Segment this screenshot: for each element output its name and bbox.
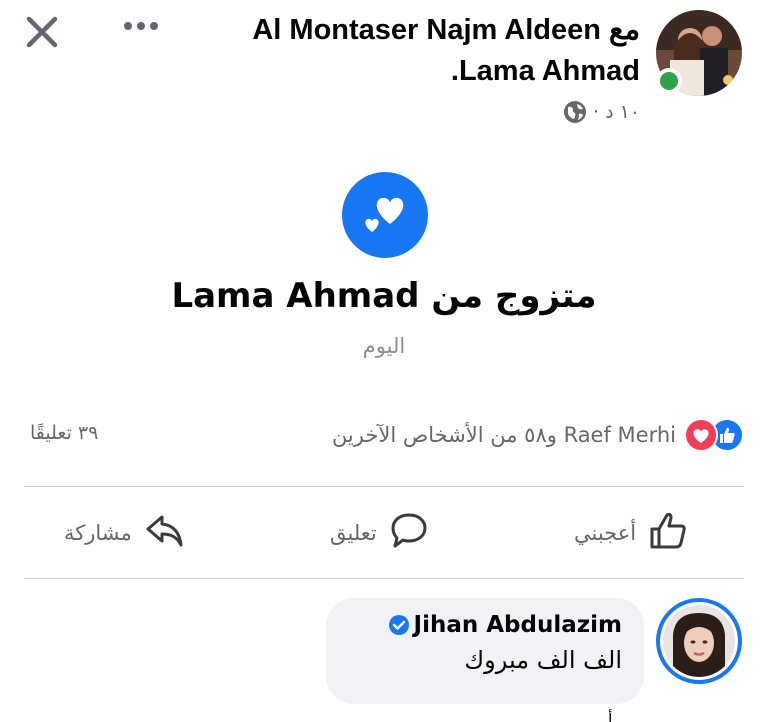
love-reaction-icon <box>684 418 718 452</box>
post-time[interactable]: ١٠ د <box>605 101 640 123</box>
globe-icon[interactable] <box>563 100 587 124</box>
author-avatar[interactable] <box>656 10 742 96</box>
comment-icon <box>387 509 431 558</box>
comments-count[interactable]: ٣٩ تعليقًا <box>30 422 98 444</box>
life-event-title: متزوج من Lama Ahmad <box>0 276 768 316</box>
reactions-text[interactable]: Raef Merhi و٥٨ من الأشخاص الآخرين <box>332 423 676 447</box>
life-event-date: اليوم <box>362 334 406 358</box>
author-name[interactable]: Al Montaser Najm Aldeen <box>252 14 601 46</box>
comment-text: الف الف مبروك <box>464 646 622 674</box>
hearts-icon <box>342 172 428 258</box>
divider <box>24 486 744 487</box>
close-icon[interactable] <box>22 12 62 52</box>
post-meta: ١٠ د · <box>563 100 640 124</box>
like-button[interactable]: أعجبني <box>574 508 690 558</box>
share-label: مشاركة <box>64 521 132 545</box>
share-icon <box>142 509 186 558</box>
commenter-avatar[interactable] <box>656 598 742 684</box>
comment-label: تعليق <box>330 521 377 545</box>
period: . <box>450 55 459 87</box>
commenter-row: Jihan Abdulazim <box>348 612 622 638</box>
with-label: مع <box>609 14 640 46</box>
married-to-label: متزوج من <box>431 276 597 316</box>
tagged-name[interactable]: Lama Ahmad <box>459 55 640 87</box>
reaction-icons <box>682 418 744 452</box>
like-label: أعجبني <box>574 521 637 545</box>
verified-badge-icon <box>388 614 410 636</box>
reactions-summary[interactable]: Raef Merhi و٥٨ من الأشخاص الآخرين <box>332 418 744 452</box>
comment-action-cutoff: أ <box>608 710 613 722</box>
commenter-name[interactable]: Jihan Abdulazim <box>414 612 622 638</box>
like-icon <box>646 509 690 558</box>
post-header: مع Al Montaser Najm Aldeen Lama Ahmad. <box>120 10 640 92</box>
divider <box>24 578 744 579</box>
online-status-dot <box>656 68 682 94</box>
spouse-name[interactable]: Lama Ahmad <box>171 276 419 316</box>
comment-button[interactable]: تعليق <box>330 508 431 558</box>
comment-bubble[interactable]: Jihan Abdulazim الف الف مبروك <box>326 598 644 704</box>
meta-separator: · <box>593 101 600 123</box>
share-button[interactable]: مشاركة <box>64 508 186 558</box>
